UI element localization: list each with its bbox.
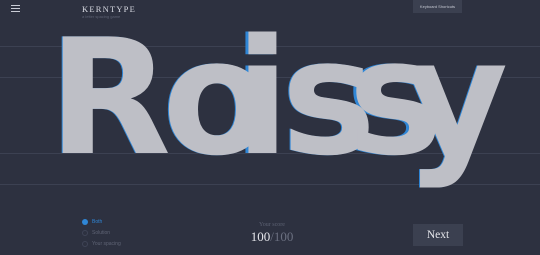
radio-selected-icon[interactable] bbox=[82, 219, 88, 225]
view-option-label: Solution bbox=[92, 230, 111, 236]
view-option-label: Your spacing bbox=[92, 241, 121, 247]
view-option-solution[interactable]: Solution bbox=[82, 229, 142, 240]
radio-unselected-icon[interactable] bbox=[82, 241, 88, 247]
score-value: 100 bbox=[250, 229, 271, 244]
letter-y[interactable]: y bbox=[404, 4, 508, 191]
view-option-both[interactable]: Both bbox=[82, 218, 142, 229]
letter-R[interactable]: R bbox=[48, 4, 171, 191]
solution-layer: R o i s s y bbox=[48, 4, 508, 191]
score-display: 100/100 bbox=[244, 229, 300, 245]
score-max: 100 bbox=[273, 229, 294, 244]
kerntype-game-screen: KERNTYPE a letter spacing game Keyboard … bbox=[0, 0, 540, 255]
kerning-word: R o i s s y R o i s s y bbox=[47, 4, 508, 191]
score-caption: Your score bbox=[259, 222, 285, 228]
comparison-view-selector: Both Solution Your spacing bbox=[82, 218, 142, 251]
next-button[interactable]: Next bbox=[413, 224, 463, 246]
radio-unselected-icon[interactable] bbox=[82, 230, 88, 236]
view-option-label: Both bbox=[92, 219, 103, 225]
view-option-your-spacing[interactable]: Your spacing bbox=[82, 240, 142, 251]
